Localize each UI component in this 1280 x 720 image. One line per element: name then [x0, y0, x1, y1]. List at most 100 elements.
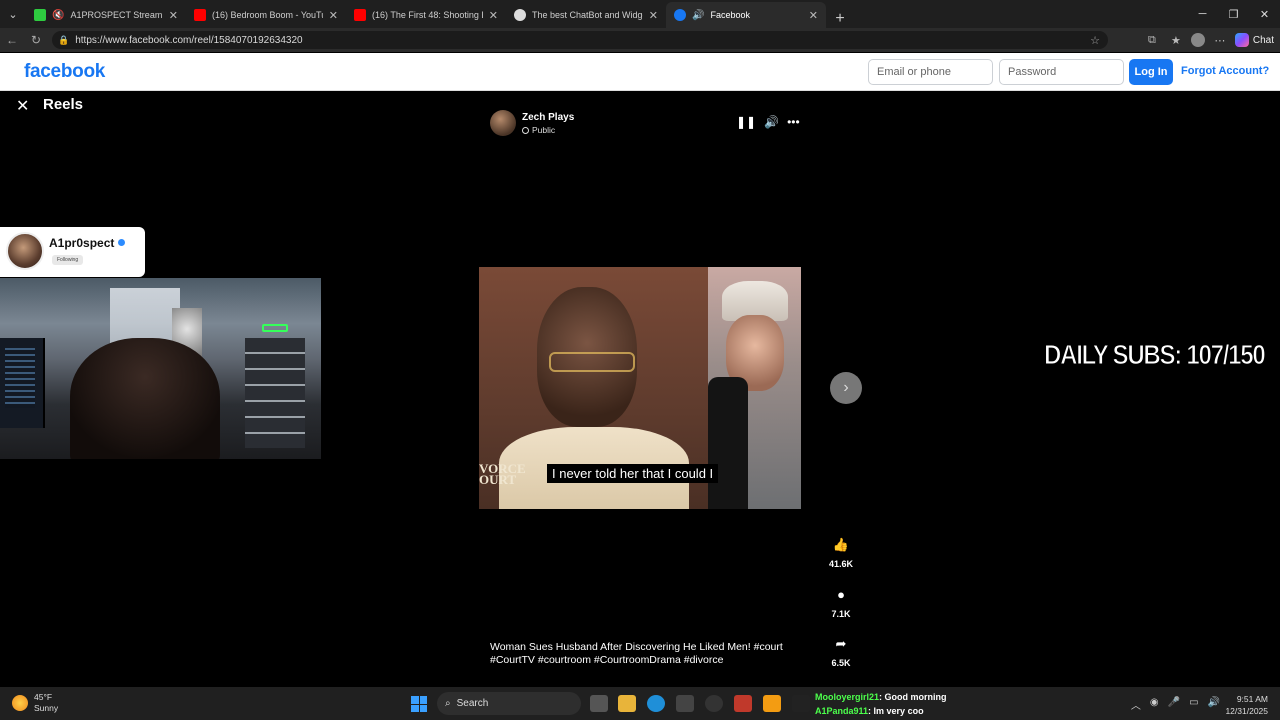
volume-icon[interactable]: 🔊	[764, 115, 779, 129]
call-of-duty-icon[interactable]	[792, 695, 810, 712]
browser-toolbar: ← ↻ 🔒 https://www.facebook.com/reel/1584…	[0, 28, 1280, 52]
facebook-favicon-icon	[674, 9, 686, 21]
muted-icon[interactable]: 🔇	[52, 10, 64, 21]
edge-icon[interactable]	[647, 695, 665, 712]
tab-actions-menu-icon[interactable]: ⌄	[0, 0, 26, 28]
search-label: Search	[456, 698, 489, 709]
chat-message: A1Panda911: Im very coo	[815, 704, 947, 718]
like-icon[interactable]: 👍	[826, 537, 856, 555]
facebook-logo[interactable]: facebook	[24, 61, 105, 83]
share-action[interactable]: ➦ 6.5K	[826, 636, 856, 668]
tab-first-48[interactable]: (16) The First 48: Shooting Blind / ✕	[346, 2, 506, 28]
system-tray: ︿ ◉ 🎤 ▭ 🔊	[1131, 697, 1220, 712]
copilot-icon	[1234, 33, 1249, 47]
windows-taskbar: 45°F Sunny ⌕ Search ︿ ◉ 🎤 ▭ 🔊 9:51 AM 12/…	[0, 687, 1280, 720]
windows-start-icon[interactable]	[411, 696, 427, 712]
temperature: 45°F	[34, 692, 53, 702]
comment-action[interactable]: ● 7.1K	[826, 587, 856, 619]
close-tab-icon[interactable]: ✕	[329, 9, 338, 22]
weather-text: 45°F Sunny	[34, 692, 58, 714]
new-tab-icon[interactable]: +	[826, 10, 854, 28]
start-logo-tile	[419, 696, 427, 704]
vlc-icon[interactable]	[763, 695, 781, 712]
tab-chatbot-widgets[interactable]: The best ChatBot and Widgets for ✕	[506, 2, 666, 28]
comment-icon[interactable]: ●	[826, 587, 856, 605]
more-options-icon[interactable]: •••	[787, 115, 800, 129]
weather-widget[interactable]: 45°F Sunny	[12, 692, 58, 714]
tab-facebook[interactable]: 🔊 Facebook ✕	[666, 2, 826, 28]
tab-a1prospect[interactable]: 🔇 A1PROSPECT Stream - Watch ✕	[26, 2, 186, 28]
facebook-header: facebook Log In Forgot Account?	[0, 53, 1280, 91]
extensions-icon[interactable]: ⧉	[1143, 34, 1161, 47]
tab-bedroom-boom[interactable]: (16) Bedroom Boom - YouTube ✕	[186, 2, 346, 28]
close-tab-icon[interactable]: ✕	[489, 9, 498, 22]
more-options-icon[interactable]: ⋯	[1211, 34, 1229, 47]
forgot-account-link[interactable]: Forgot Account?	[1181, 65, 1269, 77]
start-logo-tile	[411, 696, 419, 704]
visibility-text: Public	[532, 125, 556, 135]
password-field[interactable]	[999, 59, 1124, 85]
chat-user: Mooloyergirl21	[815, 692, 880, 702]
clock-date: 12/31/2025	[1225, 706, 1268, 716]
youtube-favicon-icon	[354, 9, 366, 21]
clock[interactable]: 9:51 AM 12/31/2025	[1225, 693, 1268, 717]
network-icon[interactable]: ◉	[1150, 697, 1159, 712]
close-tab-icon[interactable]: ✕	[649, 9, 658, 22]
tab-title: A1PROSPECT Stream - Watch	[70, 10, 163, 20]
close-tab-icon[interactable]: ✕	[169, 9, 178, 22]
profile-avatar[interactable]	[1190, 33, 1205, 47]
like-action[interactable]: 👍 41.6K	[826, 537, 856, 569]
store-icon[interactable]	[676, 695, 694, 712]
pause-icon[interactable]: ❚❚	[736, 115, 756, 129]
app-icon[interactable]	[705, 695, 723, 712]
search-icon: ⌕	[445, 698, 451, 709]
close-icon[interactable]: ✕	[16, 96, 29, 116]
address-bar[interactable]: 🔒 https://www.facebook.com/reel/15840701…	[52, 31, 1108, 49]
page-title: Reels	[43, 96, 84, 113]
like-count: 41.6K	[828, 559, 854, 569]
streamer-avatar	[6, 232, 44, 270]
video-show-logo: VORCE OURT	[479, 462, 526, 486]
favorites-icon[interactable]: ★	[1167, 34, 1185, 47]
daily-subs-counter: DAILY SUBS: 107/150	[1044, 339, 1267, 371]
login-button[interactable]: Log In	[1129, 59, 1173, 85]
volume-tray-icon[interactable]: 🔊	[1208, 697, 1220, 712]
task-view-icon[interactable]	[590, 695, 608, 712]
site-favicon-icon	[514, 9, 526, 21]
microphone-icon[interactable]: 🎤	[1168, 697, 1180, 712]
speaker-icon[interactable]: 🔊	[692, 10, 704, 21]
stream-chat-overlay: Mooloyergirl21: Good morning A1Panda911:…	[815, 690, 947, 718]
restore-icon[interactable]: ❐	[1218, 0, 1249, 28]
video-mic	[708, 377, 748, 509]
next-reel-button[interactable]: ›	[830, 372, 862, 404]
share-icon[interactable]: ➦	[826, 636, 856, 654]
tab-title: Facebook	[710, 10, 750, 20]
file-explorer-icon[interactable]	[618, 695, 636, 712]
browser-tab-strip: ⌄ 🔇 A1PROSPECT Stream - Watch ✕ (16) Bed…	[0, 0, 1280, 28]
display-icon[interactable]: ▭	[1189, 697, 1198, 712]
email-field[interactable]	[868, 59, 993, 85]
window-controls: ─ ❐ ✕	[1187, 0, 1280, 28]
refresh-icon[interactable]: ↻	[24, 33, 48, 47]
reel-description: Woman Sues Husband After Discovering He …	[490, 641, 783, 666]
show-hidden-icons[interactable]: ︿	[1131, 697, 1141, 712]
site-info-icon[interactable]: 🔒	[58, 35, 69, 46]
author-avatar[interactable]	[490, 110, 516, 136]
verified-icon	[118, 239, 125, 246]
game-icon[interactable]	[734, 695, 752, 712]
chat-user: A1Panda911	[815, 706, 869, 716]
reels-viewer: ✕ Reels Zech Plays Public ❚❚ 🔊 ••• A1pr0…	[0, 91, 1280, 687]
back-icon[interactable]: ←	[0, 33, 24, 47]
close-window-icon[interactable]: ✕	[1249, 0, 1280, 28]
streamer-badge: A1pr0spect Following	[0, 227, 145, 277]
tab-title: (16) Bedroom Boom - YouTube	[212, 10, 323, 20]
toolbar-actions: ⧉ ★ ⋯ Chat	[1143, 31, 1274, 49]
copilot-chat-button[interactable]: Chat	[1234, 33, 1274, 47]
favorite-star-icon[interactable]: ☆	[1090, 34, 1100, 47]
author-name[interactable]: Zech Plays	[522, 112, 574, 123]
minimize-icon[interactable]: ─	[1187, 0, 1218, 28]
taskbar-search[interactable]: ⌕ Search	[437, 692, 581, 715]
close-tab-icon[interactable]: ✕	[809, 9, 818, 22]
start-logo-tile	[419, 704, 427, 712]
video-caption: I never told her that I could I	[547, 464, 719, 483]
